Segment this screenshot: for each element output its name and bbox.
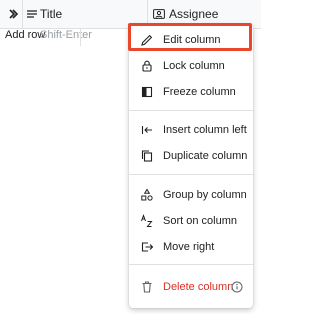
edit-column-highlight: [128, 23, 252, 51]
freeze-icon: [140, 85, 154, 99]
add-row[interactable]: Add row Shift-Enter: [0, 28, 92, 44]
menu-item-label: Lock column: [163, 60, 225, 72]
duplicate-icon: [140, 149, 154, 163]
group-shapes-icon: [140, 188, 154, 202]
menu-item-duplicate-column[interactable]: Duplicate column: [129, 143, 253, 169]
lock-icon: [140, 59, 154, 73]
menu-item-label: Delete column: [163, 281, 234, 293]
menu-divider: [129, 110, 253, 111]
menu-item-lock-column[interactable]: Lock column: [129, 53, 253, 79]
text-lines-icon: [27, 9, 37, 19]
menu-item-label: Group by column: [163, 189, 247, 201]
menu-item-group-by-column[interactable]: Group by column: [129, 182, 253, 208]
menu-item-label: Sort on column: [163, 215, 237, 227]
sort-az-icon: [140, 214, 154, 228]
title-column-header[interactable]: Title: [27, 0, 62, 28]
add-row-shortcut-hint: Shift-Enter: [40, 29, 92, 41]
menu-divider: [129, 264, 253, 265]
person-card-icon: [153, 9, 165, 19]
move-right-icon: [140, 240, 154, 254]
chevron-double-right-icon[interactable]: [7, 0, 21, 28]
menu-item-freeze-column[interactable]: Freeze column: [129, 79, 253, 105]
title-column-label: Title: [40, 7, 63, 21]
menu-item-insert-column-left[interactable]: Insert column left: [129, 117, 253, 143]
menu-item-label: Insert column left: [163, 124, 247, 136]
menu-item-label: Freeze column: [163, 86, 236, 98]
insert-left-icon: [140, 123, 154, 137]
trash-icon: [140, 280, 154, 294]
info-icon[interactable]: [231, 281, 243, 293]
menu-item-move-right[interactable]: Move right: [129, 234, 253, 260]
menu-item-delete-column[interactable]: Delete column: [129, 274, 253, 300]
menu-item-label: Move right: [163, 241, 215, 253]
menu-item-sort-on-column[interactable]: Sort on column: [129, 208, 253, 234]
column-context-menu: Edit column Lock column Freeze column In…: [129, 24, 253, 308]
menu-divider: [129, 174, 253, 175]
menu-item-label: Duplicate column: [163, 150, 248, 162]
assignee-column-label: Assignee: [169, 7, 219, 21]
grid-divider: [80, 28, 81, 46]
